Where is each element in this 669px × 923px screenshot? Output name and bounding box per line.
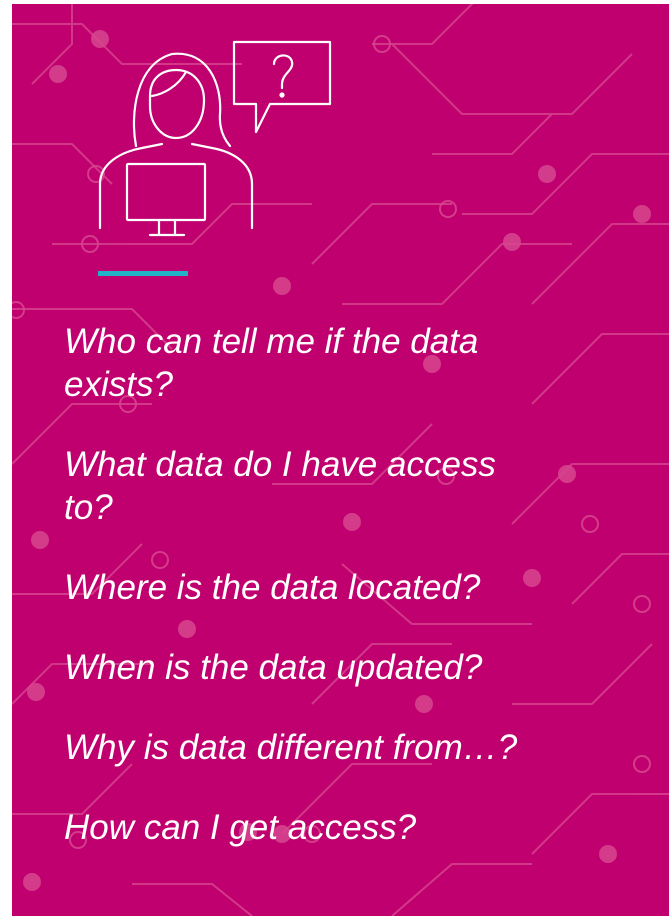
- question-item: When is the data updated?: [64, 648, 483, 687]
- question-item: What data do I have access to?: [64, 445, 496, 527]
- question-item: Who can tell me if the data exists?: [64, 322, 479, 404]
- question-item: Why is data different from…?: [64, 728, 518, 767]
- accent-divider: [98, 271, 188, 276]
- person-at-computer-with-question-bubble-icon: [98, 40, 332, 237]
- question-item: How can I get access?: [64, 808, 417, 847]
- question-item: Where is the data located?: [64, 568, 481, 607]
- question-list: Who can tell me if the data exists? What…: [64, 320, 664, 886]
- info-card: Who can tell me if the data exists? What…: [12, 4, 669, 916]
